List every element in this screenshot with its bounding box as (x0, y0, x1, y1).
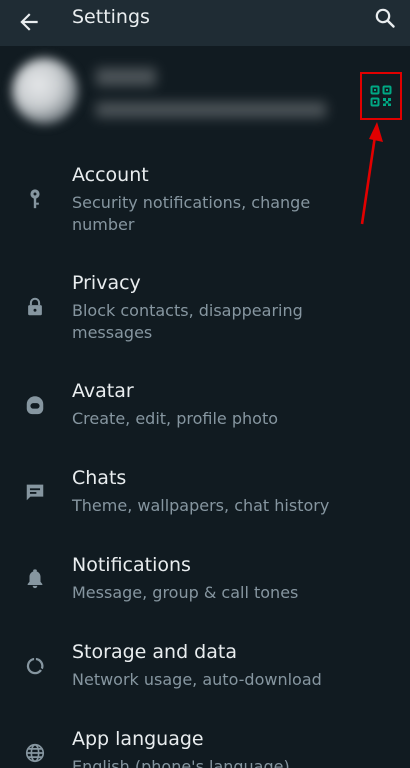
menu-item-label: Chats (72, 467, 127, 489)
menu-item-subtitle: English (phone's language) (72, 757, 290, 768)
lock-icon (28, 297, 42, 316)
menu-item-notifications[interactable]: Notifications Message, group & call tone… (0, 554, 410, 614)
menu-item-label: Account (72, 164, 149, 186)
menu-item-subtitle: Message, group & call tones (72, 583, 299, 602)
search-icon[interactable] (373, 6, 397, 30)
profile-avatar[interactable] (12, 58, 78, 124)
menu-item-label: Notifications (72, 554, 191, 576)
app-bar: Settings (0, 0, 410, 46)
menu-item-avatar[interactable]: Avatar Create, edit, profile photo (0, 380, 410, 440)
chat-icon (26, 484, 44, 501)
qr-code-icon (370, 85, 392, 107)
data-usage-icon (26, 657, 44, 675)
bell-icon (27, 569, 43, 589)
menu-item-subtitle: Network usage, auto-download (72, 670, 322, 689)
menu-item-subtitle: Theme, wallpapers, chat history (72, 496, 330, 515)
menu-item-storage[interactable]: Storage and data Network usage, auto-dow… (0, 641, 410, 701)
menu-item-subtitle: Create, edit, profile photo (72, 409, 278, 428)
menu-item-label: Avatar (72, 380, 134, 402)
key-icon (30, 189, 40, 209)
page-title: Settings (72, 6, 150, 28)
menu-item-app-language[interactable]: App language English (phone's language) (0, 728, 410, 768)
avatar-icon (26, 396, 44, 415)
menu-item-subtitle: Block contacts, disappearing messages (72, 301, 303, 342)
back-arrow-icon[interactable] (16, 9, 42, 35)
profile-name-blurred: ██████ (96, 68, 156, 86)
menu-item-chats[interactable]: Chats Theme, wallpapers, chat history (0, 467, 410, 527)
profile-card[interactable]: ██████ ███████████████████████ (0, 46, 410, 140)
qr-code-button[interactable] (360, 72, 402, 120)
profile-about-blurred: ███████████████████████ (96, 102, 326, 118)
menu-item-label: Privacy (72, 272, 141, 294)
menu-item-label: App language (72, 728, 204, 750)
globe-icon (25, 743, 45, 763)
menu-item-label: Storage and data (72, 641, 237, 663)
menu-item-subtitle: Security notifications, change number (72, 193, 311, 234)
menu-item-account[interactable]: Account Security notifications, change n… (0, 164, 410, 244)
menu-item-privacy[interactable]: Privacy Block contacts, disappearing mes… (0, 272, 410, 352)
